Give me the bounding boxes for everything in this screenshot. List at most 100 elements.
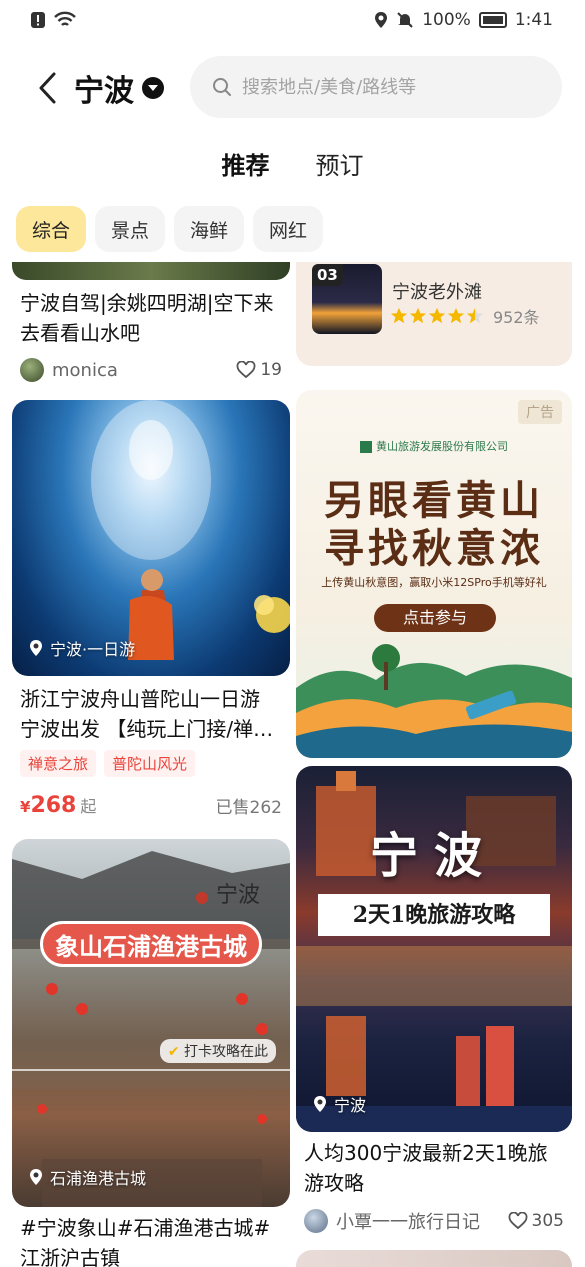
star-icon (447, 307, 465, 324)
tag: 禅意之旅 (20, 750, 97, 777)
chip-seafood[interactable]: 海鲜 (174, 206, 245, 252)
avatar (20, 358, 44, 382)
location-tag: 宁波·一日游 (28, 636, 135, 660)
location-label: 石浦渔港古城 (50, 1169, 147, 1188)
tab-booking[interactable]: 预订 (310, 145, 370, 187)
search-bar[interactable] (190, 56, 562, 118)
author[interactable]: 小覃一一旅行日记 (304, 1208, 480, 1234)
ad-card[interactable]: 广告 黄山旅游发展股份有限公司 另眼看黄山 寻找秋意浓 上传黄山秋意图，赢取小米… (296, 390, 572, 758)
battery-icon (478, 12, 507, 28)
chip-sights[interactable]: 景点 (95, 206, 166, 252)
tag-list: 禅意之旅 普陀山风光 (12, 750, 290, 777)
main-tabs: 推荐 预订 (0, 145, 585, 187)
like-count: 19 (260, 360, 282, 380)
card-meta: monica 19 (12, 358, 290, 382)
image-overlay-badge: ✔ 打卡攻略在此 (159, 1039, 276, 1063)
ad-label: 广告 (518, 400, 562, 424)
mute-bell-icon (397, 12, 413, 28)
ad-subline: 上传黄山秋意图，赢取小米12SPro手机等好礼 (321, 576, 547, 589)
wifi-icon (54, 11, 76, 26)
feed-card[interactable]: ● 宁波 象山石浦渔港古城 ✔ 打卡攻略在此 石浦渔港古城 #宁波象山#石浦渔港… (12, 839, 290, 1267)
card-title: 宁波自驾|余姚四明湖|空下来去看看山水吧 (20, 291, 274, 345)
status-bar: 100% 1:41 (0, 0, 585, 40)
next-card-peek[interactable] (296, 1250, 572, 1267)
author-name: monica (52, 359, 118, 381)
image-overlay-title: 象山石浦渔港古城 (40, 921, 262, 967)
ad-landscape-illustration (296, 644, 572, 758)
chip-trending[interactable]: 网红 (253, 206, 324, 252)
location-label: 宁波·一日游 (50, 640, 136, 659)
search-icon (213, 78, 231, 96)
star-icon (409, 307, 427, 324)
avatar (304, 1209, 328, 1233)
location-status-icon (375, 12, 388, 28)
monk-illustration (91, 400, 290, 660)
alert-icon (31, 12, 45, 28)
star-icon (390, 307, 408, 324)
sold-count: 已售262 (215, 798, 282, 818)
feed-card[interactable]: 宁波·一日游 浙江宁波舟山普陀山一日游 宁波出发 【纯玩上门接/禅… 禅意之旅普… (12, 400, 290, 818)
feed-card[interactable]: 宁波自驾|余姚四明湖|空下来去看看山水吧 monica 19 (12, 262, 290, 382)
image-overlay-title: 2天1晚旅游攻略 (318, 894, 550, 936)
city-name: 宁波 (74, 74, 134, 109)
price-suffix: 起 (80, 797, 97, 816)
ad-headline-2: 寻找秋意浓 (324, 525, 544, 572)
badge-text: 打卡攻略在此 (184, 1044, 268, 1060)
content-feed: 宁波自驾|余姚四明湖|空下来去看看山水吧 monica 19 宁波·一日游 浙江… (0, 262, 585, 1267)
card-price-row: ¥268 起 已售262 (12, 793, 290, 818)
overlay-pin-icon: ● (195, 887, 209, 906)
heart-icon (508, 1212, 527, 1230)
like-button[interactable]: 305 (508, 1211, 564, 1231)
ad-logo-icon (360, 441, 372, 453)
tab-recommend[interactable]: 推荐 (215, 145, 276, 187)
ranking-card[interactable]: 03 宁波老外滩 952条 (296, 262, 572, 366)
card-image-strip (12, 262, 290, 280)
review-count: 952条 (493, 308, 540, 327)
like-button[interactable]: 19 (236, 360, 282, 380)
location-pin-icon (30, 640, 42, 656)
check-icon: ✔ (167, 1044, 180, 1060)
chevron-left-icon (39, 72, 56, 104)
half-star-icon (466, 307, 484, 324)
status-right: 100% 1:41 (374, 10, 553, 30)
filter-chips: 综合 景点 海鲜 网红 (16, 206, 324, 252)
tag: 普陀山风光 (104, 750, 196, 777)
image-overlay-city: 宁波 (369, 828, 498, 884)
top-header: 宁波 (0, 56, 585, 120)
ranking-thumb: 03 (312, 264, 382, 334)
rating-row: 952条 (390, 304, 540, 328)
card-image: 宁波·一日游 (12, 400, 290, 676)
feed-card[interactable]: 宁波 2天1晚旅游攻略 宁波 人均300宁波最新2天1晚旅游攻略 小覃一一旅行日… (296, 766, 572, 1234)
overlay-city-text: 宁波 (215, 883, 260, 908)
rank-number: 03 (312, 264, 343, 286)
location-tag: 宁波 (312, 1092, 366, 1116)
ranking-name: 宁波老外滩 (392, 282, 482, 303)
status-left (30, 11, 76, 29)
author[interactable]: monica (20, 358, 118, 382)
card-image: ● 宁波 象山石浦渔港古城 ✔ 打卡攻略在此 石浦渔港古城 (12, 839, 290, 1207)
card-title: #宁波象山#石浦渔港古城#江浙沪古镇 (20, 1216, 271, 1267)
card-title: 人均300宁波最新2天1晚旅游攻略 (304, 1141, 548, 1195)
card-meta: 小覃一一旅行日记 305 (296, 1208, 572, 1234)
ad-company: 黄山旅游发展股份有限公司 (296, 438, 572, 454)
image-overlay-city: ● 宁波 (195, 877, 260, 909)
location-tag: 石浦渔港古城 (28, 1165, 146, 1189)
card-title: 浙江宁波舟山普陀山一日游 宁波出发 【纯玩上门接/禅… (20, 687, 274, 741)
like-count: 305 (531, 1211, 564, 1231)
heart-icon (236, 361, 256, 379)
chip-overall[interactable]: 综合 (16, 206, 87, 252)
location-pin-icon (30, 1169, 42, 1185)
price-value: 268 (30, 793, 77, 818)
battery-percent: 100% (422, 10, 471, 30)
clock: 1:41 (514, 10, 553, 30)
author-name: 小覃一一旅行日记 (336, 1212, 480, 1233)
back-button[interactable] (34, 70, 64, 106)
card-image: 宁波 2天1晚旅游攻略 宁波 (296, 766, 572, 1132)
city-selector[interactable]: 宁波 (74, 66, 164, 110)
caret-down-icon (142, 77, 164, 99)
location-label: 宁波 (334, 1096, 367, 1115)
star-icon (428, 307, 446, 324)
search-input[interactable] (242, 76, 542, 98)
location-pin-icon (314, 1096, 326, 1112)
price: ¥268 起 (20, 793, 96, 818)
